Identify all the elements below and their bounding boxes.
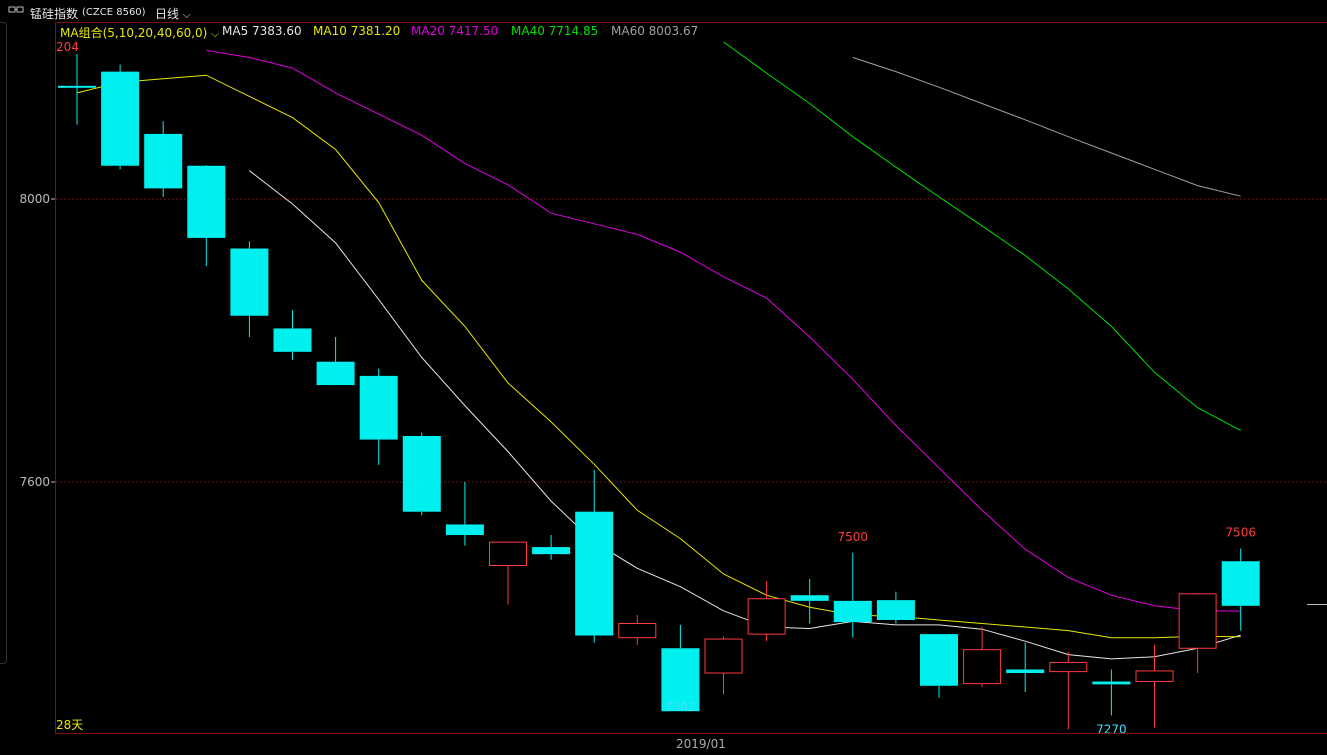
candle <box>963 627 1002 688</box>
candle-body-down <box>402 436 441 512</box>
candle <box>618 615 657 645</box>
candle-body-down <box>144 133 183 189</box>
candle <box>359 368 398 466</box>
candle-body-down <box>1006 669 1045 674</box>
current-price-marker <box>1307 604 1327 605</box>
candle <box>445 482 484 546</box>
grid-layer <box>56 198 1327 483</box>
days-label: 28天 <box>56 718 84 732</box>
candle <box>1221 548 1260 631</box>
candle-body-up <box>704 638 743 674</box>
candle-body-up <box>963 649 1002 685</box>
candle-body-down <box>1092 681 1131 685</box>
candle <box>1178 593 1217 674</box>
y-tick-label: 8000 <box>19 192 50 206</box>
candle <box>273 310 312 360</box>
price-annotation: 7506 <box>1225 526 1256 540</box>
candle <box>1092 669 1131 716</box>
candle-body-down <box>833 600 872 623</box>
price-annotation: 7500 <box>838 530 869 544</box>
candle <box>316 336 355 386</box>
moving-average-lines <box>76 41 1241 660</box>
candle-body-down <box>359 375 398 440</box>
candle-body-up <box>618 623 657 639</box>
candle-body-up <box>1135 670 1174 683</box>
candle <box>532 535 571 560</box>
candle-body-down <box>575 511 614 636</box>
candle <box>876 591 915 624</box>
candle <box>144 121 183 197</box>
candle <box>101 64 140 170</box>
y-axis-ticks: 8000 7600 <box>19 192 55 489</box>
candle-body-down <box>187 165 226 238</box>
candle <box>704 636 743 695</box>
price-annotation: 7270 <box>1096 722 1127 736</box>
candle <box>575 469 614 643</box>
ma-line-ma20 <box>206 49 1241 612</box>
candle-body-down <box>445 524 484 536</box>
candle-body-up <box>489 541 527 566</box>
candle-body-down <box>273 328 312 352</box>
candle-body-up <box>747 598 786 635</box>
ma-line-ma10 <box>76 74 1241 639</box>
candle-body-up <box>1178 593 1217 649</box>
candles-layer <box>58 53 1260 730</box>
ma-line-ma5 <box>249 170 1241 660</box>
candle-body-down <box>316 361 355 386</box>
candle-body-down <box>876 600 915 620</box>
candle <box>661 624 700 712</box>
ma-line-ma60 <box>852 57 1241 197</box>
candle-body-down <box>920 634 958 686</box>
candle <box>833 552 872 638</box>
candle-body-down <box>532 547 571 555</box>
y-tick-label: 7600 <box>19 475 50 489</box>
candle <box>920 634 958 698</box>
x-axis-line <box>55 733 1327 734</box>
y-axis-line <box>55 22 56 733</box>
candle <box>489 541 527 605</box>
candle <box>402 432 441 516</box>
candle <box>1006 642 1045 693</box>
candle <box>1049 651 1088 730</box>
x-axis-date-label: 2019/01 <box>676 737 726 751</box>
candle-body-down <box>1221 561 1260 606</box>
top-border <box>55 22 1327 23</box>
candle <box>747 581 786 642</box>
candle <box>230 241 269 337</box>
ma-line-ma40 <box>723 41 1241 431</box>
candle <box>187 165 226 267</box>
candle-body-up <box>1049 661 1088 673</box>
candle-body-down <box>230 248 269 316</box>
price-annotation: 7302 <box>665 700 696 714</box>
candle-body-down <box>790 595 829 601</box>
candle <box>790 578 829 624</box>
candle-body-down <box>58 85 96 88</box>
candle-body-down <box>101 71 140 166</box>
candlestick-chart: 7500 7302 7270 7506 8000 7600 <box>19 41 1327 736</box>
